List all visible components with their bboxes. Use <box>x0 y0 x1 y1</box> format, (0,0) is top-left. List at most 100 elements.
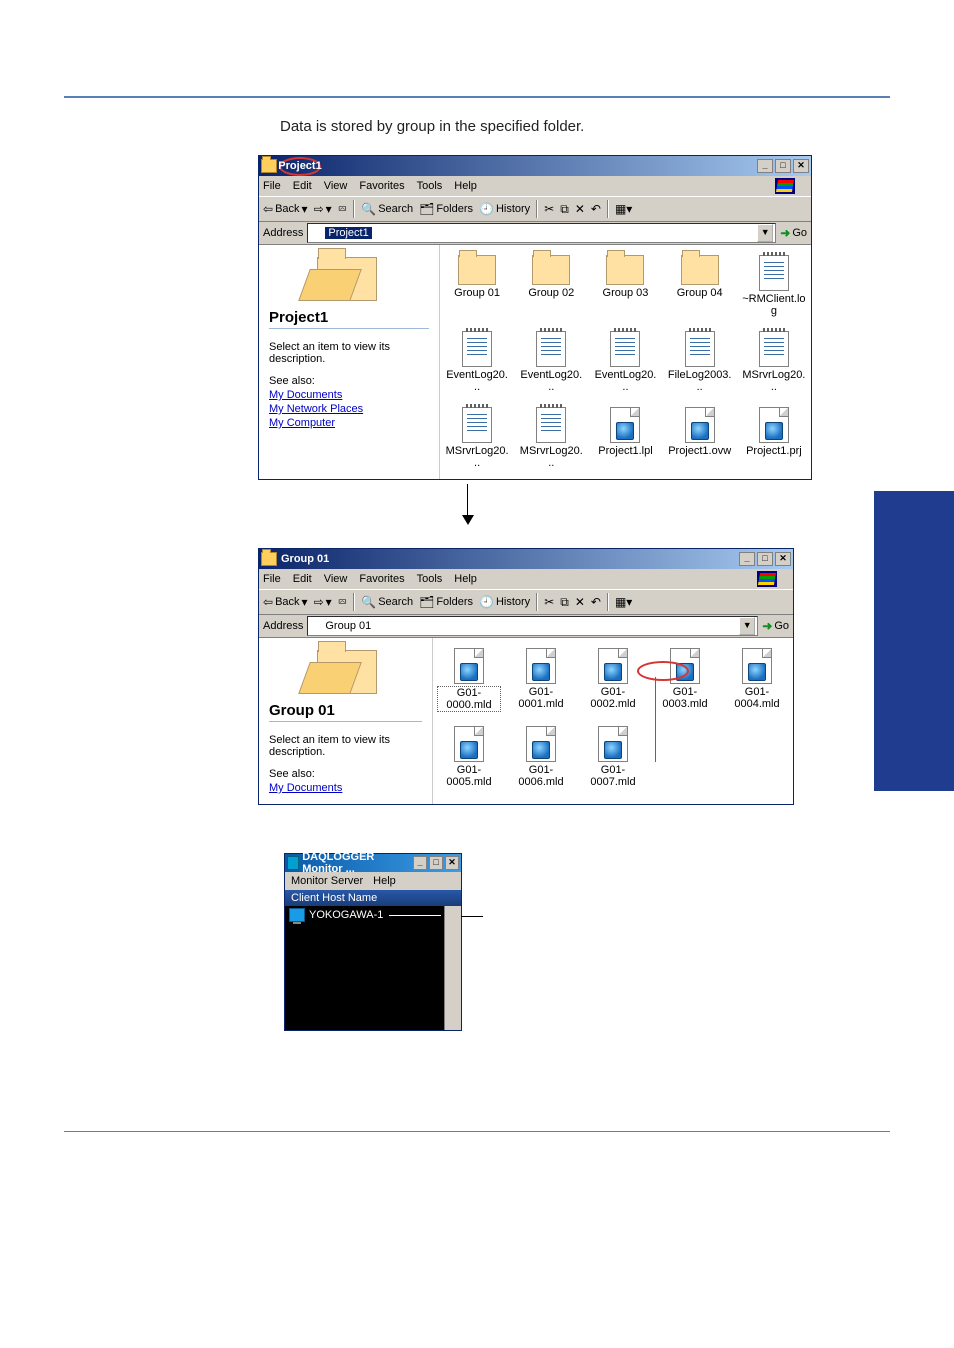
back-button[interactable]: ⇦Back ▾ <box>263 595 308 609</box>
maximize-button[interactable]: □ <box>429 856 443 870</box>
windows-logo-icon <box>775 178 795 194</box>
menu-favorites[interactable]: Favorites <box>359 180 404 192</box>
list-item[interactable]: YOKOGAWA-1 <box>289 908 441 922</box>
menu-edit[interactable]: Edit <box>293 573 312 585</box>
undo-icon[interactable]: ↶ <box>591 202 601 216</box>
chevron-down-icon[interactable]: ▼ <box>757 224 773 242</box>
title-text: DAQLOGGER Monitor ... <box>302 851 411 875</box>
file-item[interactable]: G01-0005.mld <box>437 726 501 788</box>
file-item[interactable]: G01-0003.mld <box>653 648 717 712</box>
file-item[interactable]: Group 02 <box>519 255 583 317</box>
menu-view[interactable]: View <box>324 180 348 192</box>
delete-icon[interactable]: ✕ <box>575 202 585 216</box>
file-item[interactable]: EventLog20... <box>593 331 657 393</box>
folder-icon <box>310 621 322 631</box>
log-file-icon <box>536 407 566 443</box>
folders-button[interactable]: 🗂Folders <box>419 202 473 216</box>
undo-icon[interactable]: ↶ <box>591 595 601 609</box>
views-icon[interactable]: ▦▾ <box>615 595 632 609</box>
moveto-icon[interactable]: ✂ <box>544 595 554 609</box>
titlebar[interactable]: Group 01 _ □ ✕ <box>259 549 793 569</box>
up-button[interactable]: ⮹ <box>338 595 348 610</box>
file-item[interactable]: MSrvrLog20... <box>742 331 806 393</box>
file-item[interactable]: EventLog20... <box>445 331 509 393</box>
close-button[interactable]: ✕ <box>775 552 791 566</box>
sidebar-title: Project1 <box>269 309 429 329</box>
log-file-icon <box>610 331 640 367</box>
maximize-button[interactable]: □ <box>775 159 791 173</box>
menu-monitor-server[interactable]: Monitor Server <box>291 875 363 887</box>
chevron-down-icon[interactable]: ▼ <box>739 617 755 635</box>
moveto-icon[interactable]: ✂ <box>544 202 554 216</box>
file-item[interactable]: FileLog2003... <box>668 331 732 393</box>
maximize-button[interactable]: □ <box>757 552 773 566</box>
address-bar: Address Project1 ▼ ➜Go <box>259 222 811 245</box>
search-button[interactable]: 🔍Search <box>361 595 413 609</box>
file-item[interactable]: MSrvrLog20... <box>519 407 583 469</box>
history-button[interactable]: 🕘History <box>479 595 530 609</box>
file-item[interactable]: Project1.ovw <box>668 407 732 469</box>
open-folder-icon <box>317 257 377 301</box>
titlebar[interactable]: Project1 _ □ ✕ <box>259 156 811 176</box>
close-button[interactable]: ✕ <box>793 159 809 173</box>
page-footer-rule <box>64 1131 890 1132</box>
menu-help[interactable]: Help <box>454 180 477 192</box>
sidebar-link[interactable]: My Computer <box>269 417 429 429</box>
sidebar-link[interactable]: My Documents <box>269 389 429 401</box>
minimize-button[interactable]: _ <box>413 856 427 870</box>
toolbar: ⇦Back ▾ ⇨▾ ⮹ 🔍Search 🗂Folders 🕘History ✂… <box>259 196 811 222</box>
menu-help[interactable]: Help <box>454 573 477 585</box>
copyto-icon[interactable]: ⧉ <box>560 595 569 610</box>
address-input[interactable]: Group 01 ▼ <box>307 616 758 636</box>
file-item[interactable]: Project1.lpl <box>593 407 657 469</box>
minimize-button[interactable]: _ <box>757 159 773 173</box>
file-item[interactable]: Project1.prj <box>742 407 806 469</box>
file-item[interactable]: Group 03 <box>593 255 657 317</box>
sidebar-see-also: See also: <box>269 375 429 387</box>
menu-help[interactable]: Help <box>373 875 396 887</box>
folders-button[interactable]: 🗂Folders <box>419 595 473 609</box>
explorer-sidebar: Project1 Select an item to view its desc… <box>259 245 440 479</box>
file-item[interactable]: G01-0007.mld <box>581 726 645 788</box>
menu-view[interactable]: View <box>324 573 348 585</box>
sidebar-desc: Select an item to view its description. <box>269 341 429 365</box>
menu-file[interactable]: File <box>263 180 281 192</box>
forward-button[interactable]: ⇨▾ <box>314 202 332 216</box>
go-button[interactable]: ➜Go <box>762 619 789 633</box>
file-item[interactable]: G01-0001.mld <box>509 648 573 712</box>
file-item[interactable]: G01-0000.mld <box>437 648 501 712</box>
explorer-body: Group 01 Select an item to view its desc… <box>259 638 793 804</box>
folder-icon <box>681 255 719 285</box>
address-input[interactable]: Project1 ▼ <box>307 223 776 243</box>
column-header[interactable]: Client Host Name <box>285 890 461 906</box>
titlebar[interactable]: DAQLOGGER Monitor ... _ □ ✕ <box>285 854 461 872</box>
menu-edit[interactable]: Edit <box>293 180 312 192</box>
file-item[interactable]: G01-0004.mld <box>725 648 789 712</box>
forward-button[interactable]: ⇨▾ <box>314 595 332 609</box>
file-item[interactable]: EventLog20... <box>519 331 583 393</box>
address-value: Group 01 <box>325 620 371 632</box>
back-button[interactable]: ⇦Back ▾ <box>263 202 308 216</box>
menu-tools[interactable]: Tools <box>417 573 443 585</box>
menu-tools[interactable]: Tools <box>417 180 443 192</box>
file-item[interactable]: G01-0002.mld <box>581 648 645 712</box>
menu-file[interactable]: File <box>263 573 281 585</box>
search-button[interactable]: 🔍Search <box>361 202 413 216</box>
file-item[interactable]: G01-0006.mld <box>509 726 573 788</box>
sidebar-link[interactable]: My Documents <box>269 782 422 794</box>
delete-icon[interactable]: ✕ <box>575 595 585 609</box>
up-button[interactable]: ⮹ <box>338 202 348 217</box>
menu-favorites[interactable]: Favorites <box>359 573 404 585</box>
close-button[interactable]: ✕ <box>445 856 459 870</box>
go-button[interactable]: ➜Go <box>780 226 807 240</box>
file-grid: G01-0000.mld G01-0001.mld G01-0002.mld G… <box>433 638 793 804</box>
file-item[interactable]: MSrvrLog20... <box>445 407 509 469</box>
file-item[interactable]: ~RMClient.log <box>742 255 806 317</box>
history-button[interactable]: 🕘History <box>479 202 530 216</box>
copyto-icon[interactable]: ⧉ <box>560 202 569 217</box>
sidebar-link[interactable]: My Network Places <box>269 403 429 415</box>
views-icon[interactable]: ▦▾ <box>615 202 632 216</box>
file-item[interactable]: Group 04 <box>668 255 732 317</box>
minimize-button[interactable]: _ <box>739 552 755 566</box>
file-item[interactable]: Group 01 <box>445 255 509 317</box>
